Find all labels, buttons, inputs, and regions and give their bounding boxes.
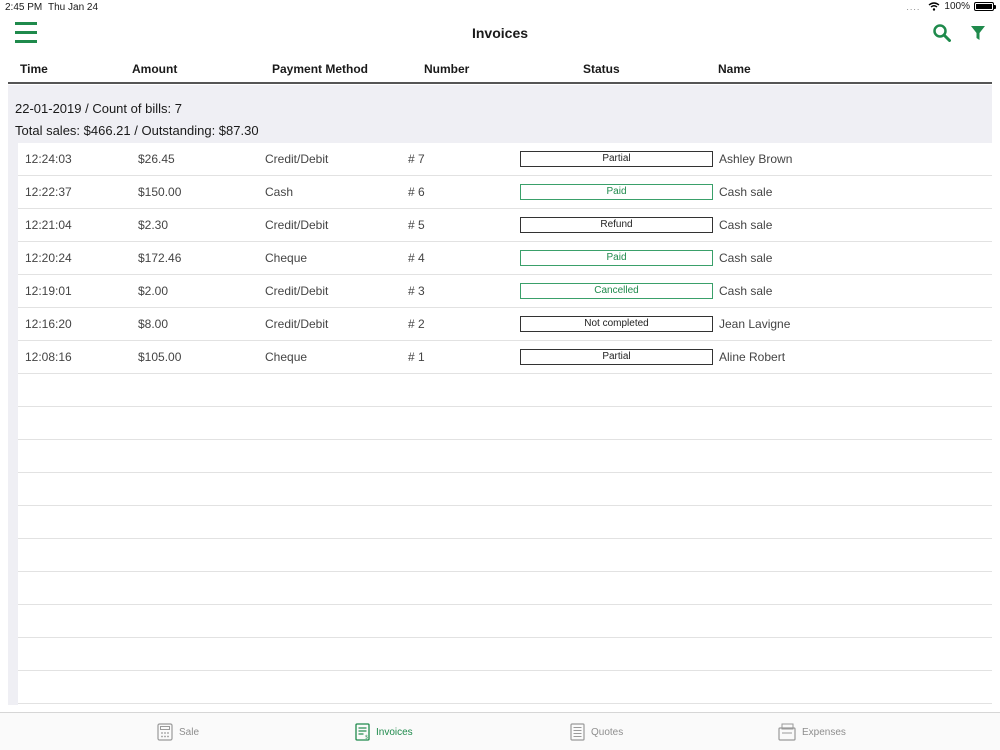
row-number: # 2 bbox=[408, 317, 425, 331]
row-time: 12:16:20 bbox=[25, 317, 72, 331]
row-amount: $172.46 bbox=[138, 251, 182, 265]
status-date: Thu Jan 24 bbox=[48, 2, 99, 13]
tab-sale-label: Sale bbox=[179, 726, 200, 738]
status-time: 2:45 PM bbox=[5, 2, 43, 13]
row-payment-method: Credit/Debit bbox=[265, 218, 329, 232]
row-time: 12:21:04 bbox=[25, 218, 72, 232]
tab-expenses[interactable]: Expenses bbox=[778, 723, 846, 741]
empty-row bbox=[18, 506, 992, 539]
row-payment-method: Cheque bbox=[265, 251, 308, 265]
tab-quotes[interactable]: Quotes bbox=[570, 723, 623, 741]
table-row[interactable]: 12:21:04 $2.30 Credit/Debit # 5 Refund C… bbox=[18, 209, 992, 242]
row-number: # 3 bbox=[408, 284, 425, 298]
status-badge: Partial bbox=[520, 349, 713, 365]
calculator-icon bbox=[157, 723, 173, 741]
status-badge: Paid bbox=[520, 250, 713, 266]
svg-text:$: $ bbox=[365, 735, 368, 741]
row-amount: $150.00 bbox=[138, 185, 182, 199]
status-badge: Refund bbox=[520, 217, 713, 233]
table-header: Time Amount Payment Method Number Status… bbox=[8, 52, 992, 84]
invoice-list: 12:24:03 $26.45 Credit/Debit # 7 Partial… bbox=[18, 143, 992, 705]
column-header-amount[interactable]: Amount bbox=[132, 62, 177, 76]
table-row[interactable]: 12:24:03 $26.45 Credit/Debit # 7 Partial… bbox=[18, 143, 992, 176]
column-header-status[interactable]: Status bbox=[583, 62, 620, 76]
row-amount: $2.30 bbox=[138, 218, 169, 232]
tab-invoices[interactable]: $ Invoices bbox=[355, 723, 413, 741]
tab-sale[interactable]: Sale bbox=[157, 723, 199, 741]
empty-row bbox=[18, 671, 992, 704]
row-time: 12:08:16 bbox=[25, 350, 72, 364]
tab-expenses-label: Expenses bbox=[802, 726, 846, 738]
status-badge: Cancelled bbox=[520, 283, 713, 299]
row-time: 12:20:24 bbox=[25, 251, 72, 265]
row-number: # 7 bbox=[408, 152, 425, 166]
battery-icon bbox=[974, 2, 996, 11]
row-payment-method: Credit/Debit bbox=[265, 152, 329, 166]
expenses-icon bbox=[778, 723, 796, 741]
empty-row bbox=[18, 374, 992, 407]
empty-row bbox=[18, 638, 992, 671]
column-header-name[interactable]: Name bbox=[718, 62, 751, 76]
tab-quotes-label: Quotes bbox=[591, 726, 624, 738]
row-payment-method: Cash bbox=[265, 185, 294, 199]
table-row[interactable]: 12:19:01 $2.00 Credit/Debit # 3 Cancelle… bbox=[18, 275, 992, 308]
table-row[interactable]: 12:20:24 $172.46 Cheque # 4 Paid Cash sa… bbox=[18, 242, 992, 275]
row-name: Jean Lavigne bbox=[719, 317, 791, 331]
table-row[interactable]: 12:08:16 $105.00 Cheque # 1 Partial Alin… bbox=[18, 341, 992, 374]
row-time: 12:19:01 bbox=[25, 284, 72, 298]
row-payment-method: Cheque bbox=[265, 350, 308, 364]
signal-dots: .... bbox=[906, 1, 921, 12]
nav-bar: Invoices bbox=[0, 15, 1000, 52]
column-header-number[interactable]: Number bbox=[424, 62, 469, 76]
status-badge: Partial bbox=[520, 151, 713, 167]
tab-invoices-label: Invoices bbox=[376, 726, 413, 738]
row-time: 12:22:37 bbox=[25, 185, 72, 199]
empty-row bbox=[18, 539, 992, 572]
empty-row bbox=[18, 473, 992, 506]
empty-row bbox=[18, 605, 992, 638]
column-header-time[interactable]: Time bbox=[20, 62, 48, 76]
row-number: # 4 bbox=[408, 251, 425, 265]
row-payment-method: Credit/Debit bbox=[265, 317, 329, 331]
wifi-icon bbox=[928, 2, 940, 11]
quote-icon bbox=[570, 723, 585, 741]
row-time: 12:24:03 bbox=[25, 152, 72, 166]
row-name: Ashley Brown bbox=[719, 152, 793, 166]
status-right: .... 100% bbox=[906, 1, 996, 12]
row-payment-method: Credit/Debit bbox=[265, 284, 329, 298]
row-name: Cash sale bbox=[719, 185, 773, 199]
row-amount: $8.00 bbox=[138, 317, 169, 331]
page-title: Invoices bbox=[471, 25, 529, 41]
status-bar: 2:45 PM Thu Jan 24 .... 100% bbox=[0, 0, 1000, 15]
filter-icon[interactable] bbox=[970, 25, 986, 41]
row-name: Cash sale bbox=[719, 251, 773, 265]
battery-percent: 100% bbox=[944, 1, 970, 12]
status-badge: Paid bbox=[520, 184, 713, 200]
row-number: # 1 bbox=[408, 350, 425, 364]
row-amount: $105.00 bbox=[138, 350, 182, 364]
invoice-icon: $ bbox=[355, 723, 370, 741]
summary-date-count: 22-01-2019 / Count of bills: 7 bbox=[15, 101, 182, 116]
row-name: Cash sale bbox=[719, 218, 773, 232]
search-icon[interactable] bbox=[933, 24, 951, 42]
row-number: # 5 bbox=[408, 218, 425, 232]
empty-row bbox=[18, 572, 992, 605]
empty-row bbox=[18, 440, 992, 473]
status-badge: Not completed bbox=[520, 316, 713, 332]
row-number: # 6 bbox=[408, 185, 425, 199]
row-name: Cash sale bbox=[719, 284, 773, 298]
row-amount: $2.00 bbox=[138, 284, 169, 298]
column-header-payment[interactable]: Payment Method bbox=[272, 62, 368, 76]
tab-bar: Sale $ Invoices Quotes Expenses bbox=[0, 712, 1000, 750]
summary-totals: Total sales: $466.21 / Outstanding: $87.… bbox=[15, 123, 259, 138]
table-row[interactable]: 12:16:20 $8.00 Credit/Debit # 2 Not comp… bbox=[18, 308, 992, 341]
row-amount: $26.45 bbox=[138, 152, 175, 166]
row-name: Aline Robert bbox=[719, 350, 786, 364]
table-row[interactable]: 12:22:37 $150.00 Cash # 6 Paid Cash sale bbox=[18, 176, 992, 209]
empty-row bbox=[18, 407, 992, 440]
